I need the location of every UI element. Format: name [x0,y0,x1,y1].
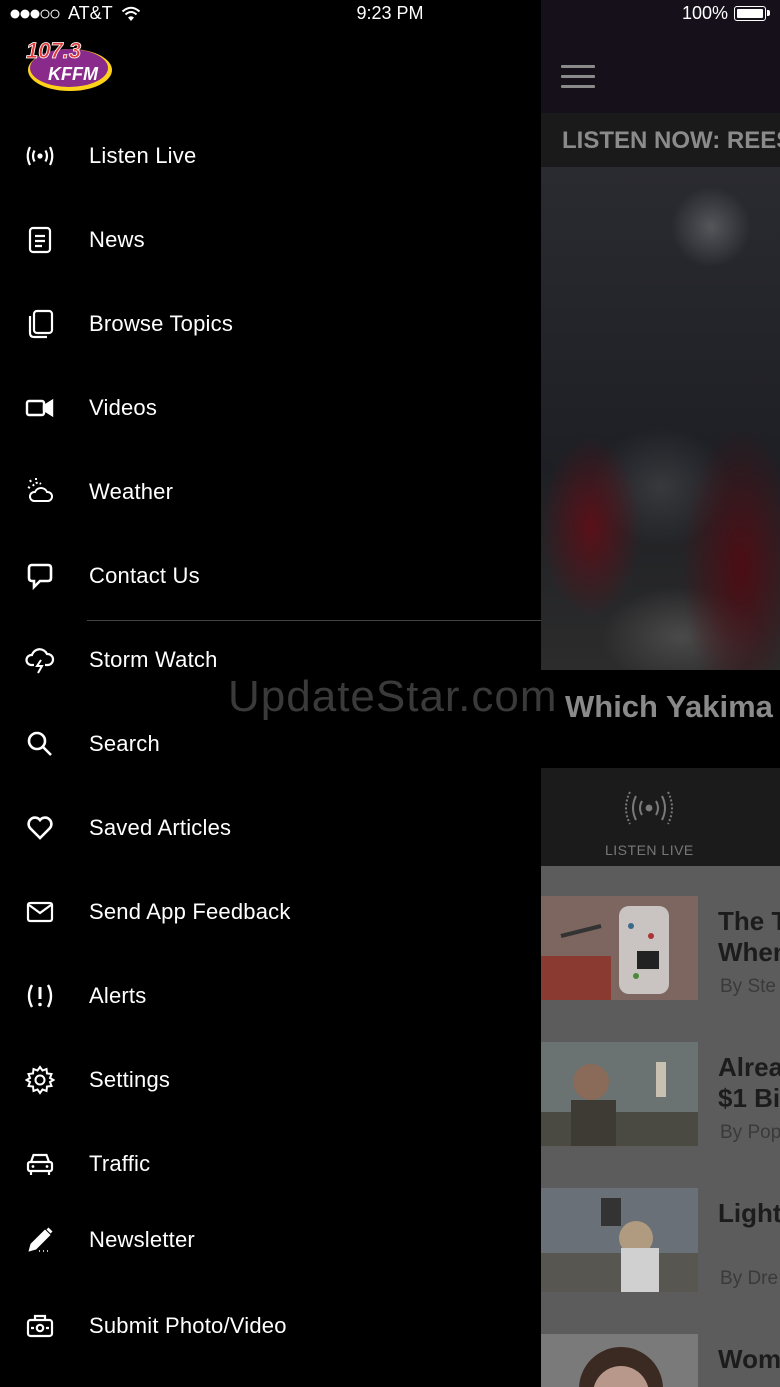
alert-icon [22,978,58,1014]
menu-item-contact-us[interactable]: Contact Us [0,534,541,618]
hero-headline[interactable]: Which Yakima [541,670,780,768]
main-content-dimmed[interactable]: LISTEN NOW: REES Which Yakima LISTEN LIV… [541,0,780,1387]
menu-item-listen-live[interactable]: Listen Live [0,114,541,198]
menu-item-videos[interactable]: Videos [0,366,541,450]
menu-label: Browse Topics [89,311,234,336]
article-byline: By Ste [720,976,776,997]
menu-label: Submit Photo/Video [89,1313,287,1338]
menu-label: Videos [89,395,158,420]
menu-label: Search [89,731,160,756]
watermark-text: UpdateStar.com [228,672,558,721]
logo-bottom-text: KFFM [48,64,99,84]
menu-item-weather[interactable]: Weather [0,450,541,534]
broadcast-icon [625,791,673,825]
menu-label: Settings [89,1067,171,1092]
menu-item-settings[interactable]: Settings [0,1038,541,1122]
station-logo[interactable]: 107.3 KFFM [22,36,114,94]
gear-icon [22,1062,58,1098]
list-item[interactable]: Alrea $1 Bi By Pop [541,1012,780,1158]
chat-bubble-icon [22,558,58,594]
article-byline: By Dre [720,1268,779,1289]
news-icon [22,222,58,258]
search-icon [22,726,58,762]
camera-icon [22,1308,58,1344]
weather-icon [22,474,58,510]
menu-item-saved-articles[interactable]: Saved Articles [0,786,541,870]
menu-item-traffic[interactable]: Traffic [0,1122,541,1206]
article-title: Wom [718,1344,780,1374]
heart-icon [22,810,58,846]
listen-live-label: LISTEN LIVE [605,842,694,858]
article-list: The T When By Ste Alrea $1 Bi By Pop [541,866,780,1387]
menu-label: Traffic [89,1151,151,1176]
list-item[interactable]: Wom [541,1304,780,1387]
article-title: Light [718,1198,780,1228]
car-icon [22,1146,58,1182]
menu-item-send-app-feedback[interactable]: Send App Feedback [0,870,541,954]
menu-label: News [89,227,145,252]
battery-percent: 100% [681,3,728,23]
mail-icon [22,894,58,930]
menu-item-submit-photo-video[interactable]: Submit Photo/Video [0,1284,541,1368]
article-title: Alrea $1 Bi [718,1052,780,1113]
list-item[interactable]: The T When By Ste [541,866,780,1012]
menu-item-news[interactable]: News [0,198,541,282]
article-thumbnail [541,1042,698,1146]
article-thumbnail [541,1334,698,1387]
menu-label: Alerts [89,983,147,1008]
article-title: The T When [718,906,780,967]
menu-label: Storm Watch [89,647,218,672]
menu-label: Listen Live [89,143,197,168]
status-bar: AT&T 9:23 PM 100% [0,0,780,28]
menu-item-alerts[interactable]: Alerts [0,954,541,1038]
menu-item-browse-topics[interactable]: Browse Topics [0,282,541,366]
article-thumbnail [541,1188,698,1292]
logo-top-text: 107.3 [26,38,81,63]
menu-label: Newsletter [89,1227,195,1252]
topics-icon [22,306,58,342]
menu-label: Weather [89,479,174,504]
menu-label: Send App Feedback [89,899,291,924]
menu-item-newsletter[interactable]: Newsletter [0,1198,541,1282]
listen-now-ticker[interactable]: LISTEN NOW: REES [541,113,780,167]
storm-icon [22,642,58,678]
menu-label: Saved Articles [89,815,232,840]
video-camera-icon [22,390,58,426]
menu-label: Contact Us [89,563,200,588]
hero-image[interactable] [541,167,780,670]
article-byline: By Pop [720,1122,780,1143]
hamburger-menu-icon[interactable] [561,65,595,95]
listen-live-bar[interactable]: LISTEN LIVE [541,768,780,866]
pencil-icon [22,1222,58,1258]
article-thumbnail [541,896,698,1000]
battery-icon [734,6,770,21]
broadcast-icon [22,138,58,174]
status-time: 9:23 PM [356,3,424,23]
list-item[interactable]: Light By Dre [541,1158,780,1304]
